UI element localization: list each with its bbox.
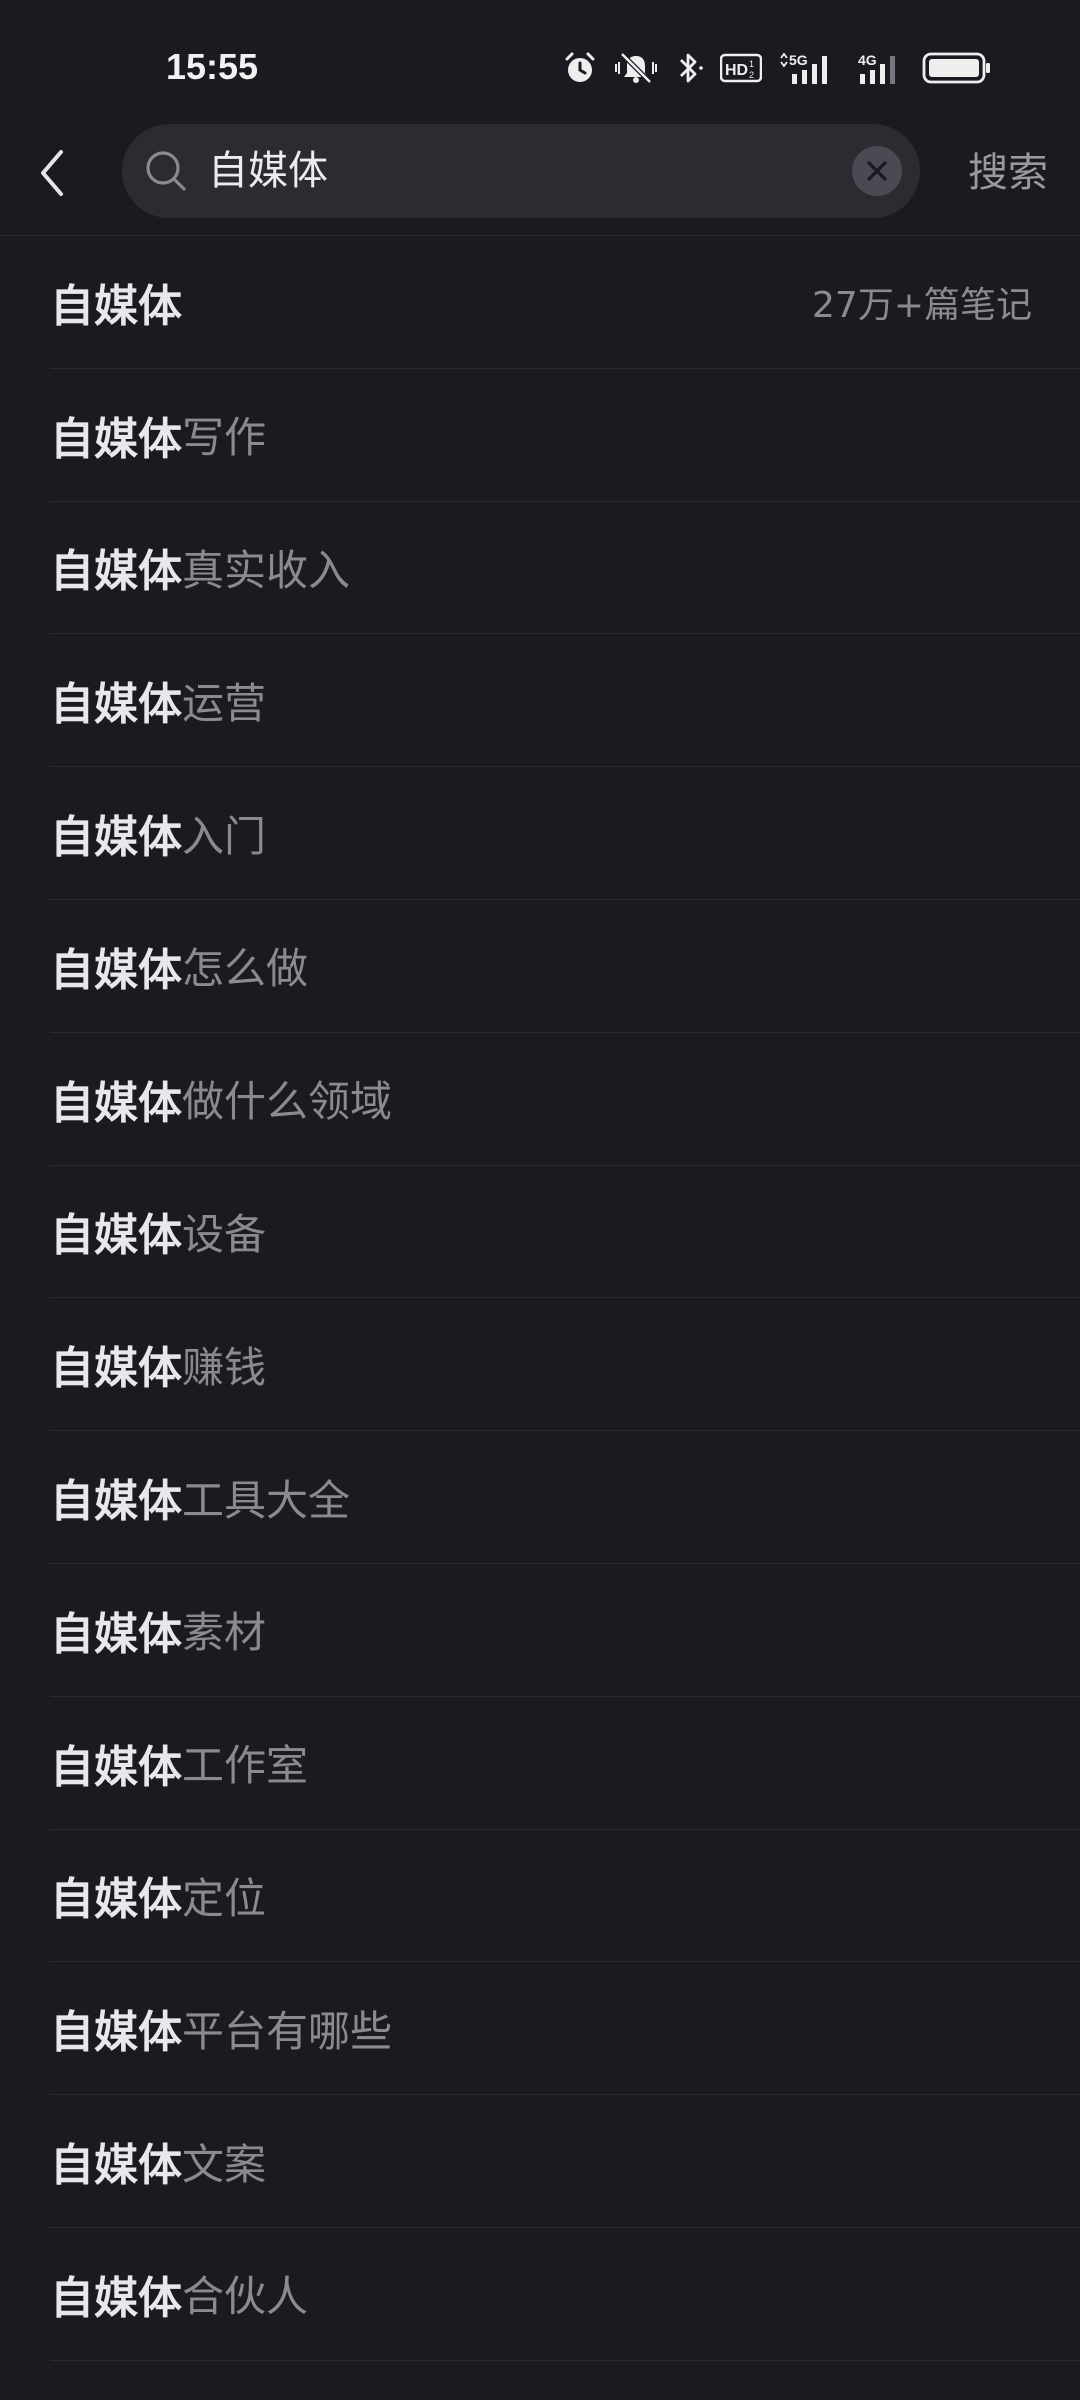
suggestion-item[interactable]: 自媒体 真实收入 xyxy=(50,502,1080,635)
suggestion-suffix: 工具大全 xyxy=(182,1475,351,1525)
suggestion-suffix: 运营 xyxy=(182,678,267,728)
suggestion-item[interactable]: 自媒体 运营 xyxy=(50,634,1080,768)
suggestion-suffix: 怎么做 xyxy=(182,944,309,994)
suggestion-item[interactable]: 自媒体 平台有哪些 xyxy=(50,1962,1080,2096)
suggestion-keyword: 自媒体 xyxy=(50,1874,182,1926)
suggestion-suffix: 做什么领域 xyxy=(182,1077,393,1127)
suggestion-suffix: 写作 xyxy=(182,413,267,463)
svg-text:HD: HD xyxy=(725,62,748,79)
search-box[interactable] xyxy=(122,124,920,218)
svg-text:4G: 4G xyxy=(858,52,877,68)
suggestion-suffix: 文案 xyxy=(182,2139,267,2189)
suggestion-item[interactable]: 自媒体 合伙人 xyxy=(50,2228,1080,2361)
suggestion-keyword: 自媒体 xyxy=(50,280,182,332)
suggestion-item[interactable]: 自媒体 27万+篇笔记 xyxy=(50,236,1080,369)
suggestion-suffix: 素材 xyxy=(182,1608,267,1658)
chevron-left-icon xyxy=(41,150,63,196)
suggestion-item[interactable]: 自媒体 素材 xyxy=(50,1564,1080,1697)
battery-icon xyxy=(922,51,992,85)
search-header: 搜索 xyxy=(0,116,1080,236)
suggestion-item[interactable]: 自媒体 文案 xyxy=(50,2095,1080,2228)
suggestion-keyword: 自媒体 xyxy=(50,1077,182,1129)
silent-bell-icon xyxy=(614,50,658,86)
hd-voice-icon: HD 1 2 xyxy=(720,52,762,84)
status-icons: HD 1 2 5G 4G xyxy=(562,46,992,90)
suggestion-item[interactable]: 自媒体 工作室 xyxy=(50,1697,1080,1830)
suggestion-keyword: 自媒体 xyxy=(50,1343,182,1395)
back-button[interactable] xyxy=(22,138,82,208)
suggestion-suffix: 合伙人 xyxy=(182,2272,309,2322)
suggestion-keyword: 自媒体 xyxy=(50,2140,182,2192)
suggestion-keyword: 自媒体 xyxy=(50,2272,182,2324)
suggestion-item[interactable]: 自媒体 入门 xyxy=(50,767,1080,900)
note-count: 27万+篇笔记 xyxy=(812,284,1032,326)
suggestion-suffix: 入门 xyxy=(182,811,267,861)
suggestion-suffix: 工作室 xyxy=(182,1741,309,1791)
suggestion-list: 自媒体 27万+篇笔记 自媒体 写作 自媒体 真实收入 自媒体 运营 自媒体 入门 自媒… xyxy=(0,236,1080,2361)
signal-5g-icon: 5G xyxy=(778,50,840,86)
suggestion-suffix: 定位 xyxy=(182,1873,267,1923)
suggestion-keyword: 自媒体 xyxy=(50,2007,182,2059)
search-submit-button[interactable]: 搜索 xyxy=(968,138,1048,208)
suggestion-item[interactable]: 自媒体 怎么做 xyxy=(50,900,1080,1033)
suggestion-suffix: 真实收入 xyxy=(182,545,351,595)
suggestion-keyword: 自媒体 xyxy=(50,1741,182,1793)
search-input[interactable] xyxy=(208,124,768,218)
search-icon xyxy=(144,149,188,193)
svg-text:2: 2 xyxy=(749,70,754,80)
suggestion-keyword: 自媒体 xyxy=(50,413,182,465)
suggestion-keyword: 自媒体 xyxy=(50,1608,182,1660)
bluetooth-icon xyxy=(674,50,704,86)
suggestion-item[interactable]: 自媒体 工具大全 xyxy=(50,1431,1080,1564)
close-icon xyxy=(867,161,887,181)
suggestion-keyword: 自媒体 xyxy=(50,546,182,598)
signal-4g-icon: 4G xyxy=(856,50,906,86)
alarm-icon xyxy=(562,50,598,86)
suggestion-keyword: 自媒体 xyxy=(50,944,182,996)
suggestion-suffix: 平台有哪些 xyxy=(182,2006,393,2056)
svg-text:1: 1 xyxy=(749,59,754,69)
suggestion-item[interactable]: 自媒体 写作 xyxy=(50,369,1080,502)
clear-search-button[interactable] xyxy=(852,146,902,196)
suggestion-item[interactable]: 自媒体 赚钱 xyxy=(50,1298,1080,1432)
suggestion-keyword: 自媒体 xyxy=(50,679,182,731)
suggestion-keyword: 自媒体 xyxy=(50,812,182,864)
suggestion-item[interactable]: 自媒体 设备 xyxy=(50,1166,1080,1299)
suggestion-suffix: 赚钱 xyxy=(182,1342,267,1392)
suggestion-keyword: 自媒体 xyxy=(50,1210,182,1262)
suggestion-item[interactable]: 自媒体 定位 xyxy=(50,1830,1080,1963)
suggestion-item[interactable]: 自媒体 做什么领域 xyxy=(50,1033,1080,1166)
status-bar: 15:55 HD 1 2 5G 4G xyxy=(0,0,1080,130)
suggestion-keyword: 自媒体 xyxy=(50,1476,182,1528)
status-time: 15:55 xyxy=(166,46,259,87)
suggestion-suffix: 设备 xyxy=(182,1209,267,1259)
svg-text:5G: 5G xyxy=(789,52,808,68)
